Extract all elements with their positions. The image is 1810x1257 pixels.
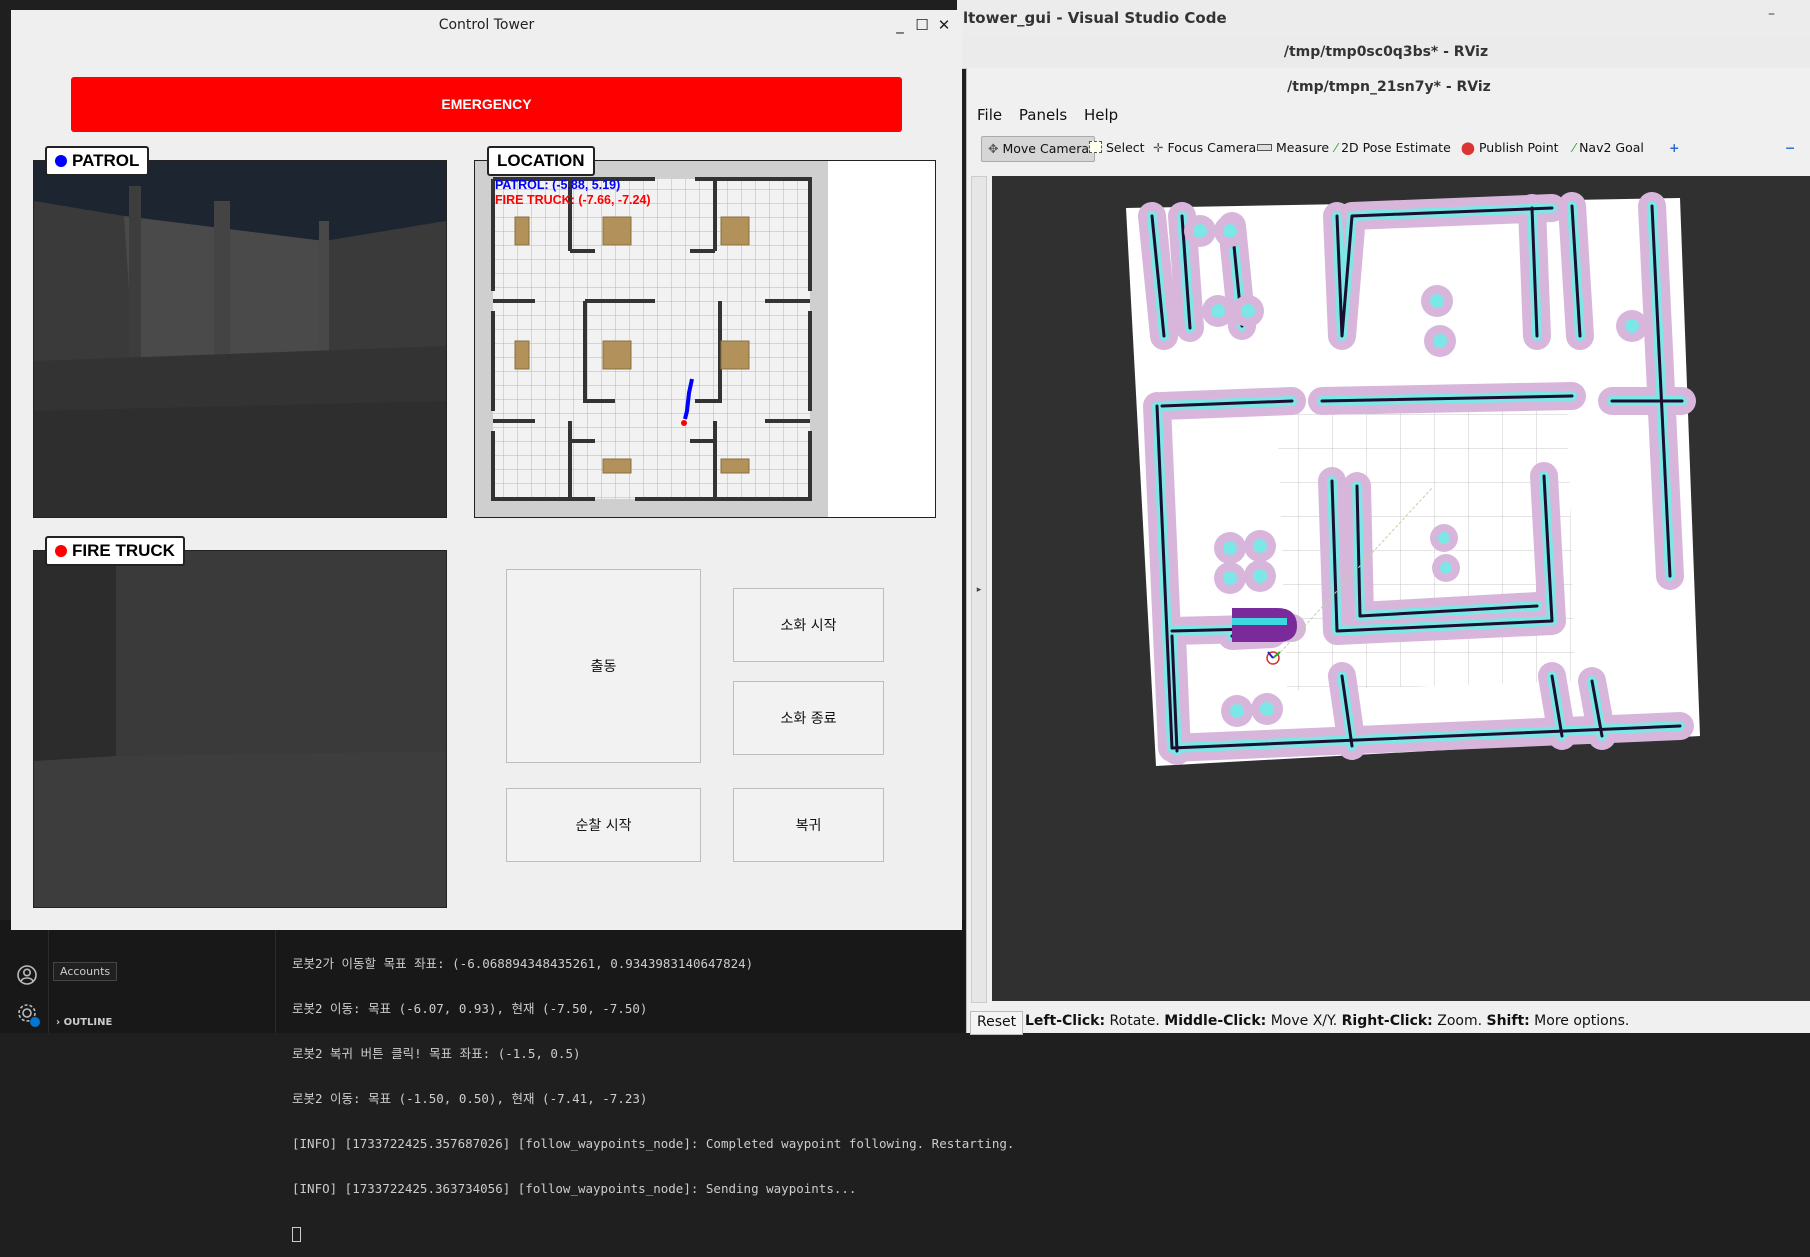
tool-measure[interactable]: Measure [1251,136,1335,160]
manage-badge [30,1017,40,1027]
terminal-line: 로봇2가 이동할 목표 좌표: (-6.068894348435261, 0.9… [292,956,754,971]
vscode-title-prefix: ltower_gui - [963,9,1068,27]
tool-label: Move Camera [1002,141,1090,156]
tool-label: Publish Point [1478,140,1559,155]
rviz-back-window-title: /tmp/tmp0sc0q3bs* - RViz [962,36,1810,69]
location-label-text: LOCATION [497,151,585,170]
emergency-button[interactable]: EMERGENCY [71,77,902,132]
outline-label: OUTLINE [63,1017,113,1028]
rviz-menubar: File Panels Help [967,106,1810,130]
tool-nav2-goal[interactable]: ⁄ Nav2 Goal [1567,136,1650,160]
menu-file[interactable]: File [977,106,1002,124]
tool-2d-pose-estimate[interactable]: ⁄ 2D Pose Estimate [1329,136,1457,160]
window-title: Control Tower [438,17,535,33]
rviz-window-title: /tmp/tmpn_21sn7y* - RViz [1287,79,1491,95]
patrol-camera-feed [33,160,447,518]
fire-truck-label-text: FIRE TRUCK [72,541,175,560]
status-key: Middle-Click: [1164,1013,1267,1029]
status-key: Right-Click: [1341,1013,1433,1029]
fire-truck-label: FIRE TRUCK [45,536,185,566]
nav2-goal-icon: ⁄ [1573,140,1576,155]
vscode-minimize-icon[interactable]: – [1768,6,1775,22]
location-label: LOCATION [487,146,595,176]
menu-panels[interactable]: Panels [1019,106,1067,124]
tool-move-camera[interactable]: ✥ Move Camera [981,136,1095,162]
location-map [475,161,828,517]
location-map-panel [474,160,936,518]
menu-help[interactable]: Help [1084,106,1118,124]
extinguish-end-button[interactable]: 소화 종료 [733,681,884,755]
fire-truck-coords: FIRE TRUCK: (-7.66, -7.24) [495,193,651,207]
status-key: Left-Click: [1025,1013,1106,1029]
maximize-icon[interactable]: ☐ [913,16,931,34]
measure-icon [1257,144,1272,151]
patrol-dot-icon [55,155,67,167]
outline-section[interactable]: › OUTLINE [56,1017,112,1028]
vscode-title-app: Visual Studio Code [1067,9,1227,27]
panel-collapse-handle[interactable]: ▸ [971,176,987,1003]
tool-select[interactable]: Select [1083,136,1151,160]
patrol-label-text: PATROL [72,151,140,170]
status-val: Rotate. [1105,1013,1165,1029]
vscode-activity-bar [0,920,49,1033]
focus-camera-icon: ✛ [1153,140,1164,155]
rviz-window: /tmp/tmpn_21sn7y* - RViz File Panels Hel… [966,68,1810,1035]
select-icon [1089,141,1102,153]
terminal-line: 로봇2 복귀 버튼 클릭! 목표 좌표: (-1.5, 0.5) [292,1046,581,1061]
tool-label: Focus Camera [1167,140,1257,155]
costmap-render [1126,192,1700,766]
terminal-line: 로봇2 이동: 목표 (-1.50, 0.50), 현재 (-7.41, -7.… [292,1091,648,1106]
reset-button[interactable]: Reset [970,1011,1024,1035]
accounts-icon[interactable] [16,964,38,986]
remove-tool-icon[interactable]: − [1779,136,1801,160]
fire-truck-dot-icon [55,545,67,557]
extinguish-start-button[interactable]: 소화 시작 [733,588,884,662]
move-camera-icon: ✥ [988,141,999,156]
tool-label: 2D Pose Estimate [1341,140,1451,155]
pose-estimate-icon: ⁄ [1335,140,1338,155]
rviz-statusbar: Reset Left-Click: Rotate. Middle-Click: … [967,1009,1810,1035]
add-tool-icon[interactable]: + [1663,136,1685,160]
tool-label: Nav2 Goal [1579,140,1644,155]
close-icon[interactable]: ✕ [935,16,953,34]
tool-label: Select [1105,140,1145,155]
control-tower-window: Control Tower _ ☐ ✕ EMERGENCY PATROL PAT… [11,10,962,930]
terminal-line: 로봇2 이동: 목표 (-6.07, 0.93), 현재 (-7.50, -7.… [292,1001,648,1016]
tool-publish-point[interactable]: ⬤ Publish Point [1455,136,1565,160]
status-val: Move X/Y. [1266,1013,1342,1029]
rviz-toolbar: ✥ Move Camera Select ✛ Focus Camera Meas… [967,130,1810,164]
minimize-icon[interactable]: _ [891,16,909,34]
status-val: More options. [1529,1013,1630,1029]
patrol-camera-image [34,161,446,517]
status-hint: Left-Click: Rotate. Middle-Click: Move X… [1025,1009,1629,1033]
tool-label: Measure [1275,140,1330,155]
terminal-output: 로봇2가 이동할 목표 좌표: (-6.068894348435261, 0.9… [292,926,1014,1257]
terminal-cursor [292,1227,301,1242]
rviz-3d-view[interactable] [992,176,1810,1001]
terminal-line: [INFO] [1733722425.357687026] [follow_wa… [292,1136,1015,1151]
status-key: Shift: [1486,1013,1530,1029]
return-button[interactable]: 복귀 [733,788,884,862]
dispatch-button[interactable]: 출동 [506,569,701,763]
vscode-titlebar: ltower_gui - Visual Studio Code [957,0,1810,36]
status-val: Zoom. [1432,1013,1487,1029]
patrol-coords: PATROL: (-5.88, 5.19) [495,178,621,192]
fire-truck-camera-feed [33,550,447,908]
patrol-start-button[interactable]: 순찰 시작 [506,788,701,862]
patrol-label: PATROL [45,146,150,176]
fire-truck-camera-image [34,551,446,907]
publish-point-icon: ⬤ [1461,140,1475,155]
accounts-tooltip: Accounts [53,962,118,981]
terminal-line: [INFO] [1733722425.363734056] [follow_wa… [292,1181,857,1196]
fire-truck-marker [681,420,687,426]
tool-focus-camera[interactable]: ✛ Focus Camera [1147,136,1262,160]
